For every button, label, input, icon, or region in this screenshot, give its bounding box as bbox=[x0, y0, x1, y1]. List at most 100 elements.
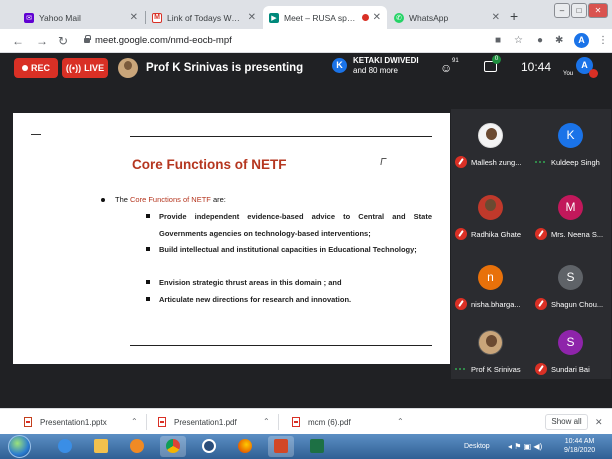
download-divider bbox=[146, 414, 147, 430]
extension-icon[interactable]: ● bbox=[537, 34, 543, 48]
speaking-dots-icon bbox=[455, 363, 467, 375]
menu-dots-icon[interactable]: ⋮ bbox=[598, 34, 608, 48]
participant-tile[interactable]: S Shagun Chou... bbox=[531, 263, 611, 317]
start-button[interactable] bbox=[8, 435, 31, 458]
chevron-up-icon[interactable]: ⌃ bbox=[263, 417, 270, 426]
close-icon[interactable]: ✕ bbox=[248, 12, 256, 23]
new-tab-button[interactable]: + bbox=[510, 8, 518, 24]
forward-arrow-icon[interactable]: → bbox=[36, 34, 48, 48]
profile-avatar[interactable]: A bbox=[574, 33, 589, 48]
download-divider bbox=[278, 414, 279, 430]
back-arrow-icon[interactable]: ← bbox=[12, 34, 24, 48]
windows-taskbar: Desktop ◂ ⚑ ▣ ◀) 10:44 AM 9/18/2020 bbox=[0, 434, 612, 459]
pdf-file-icon bbox=[158, 417, 166, 427]
whatsapp-icon: ✆ bbox=[394, 12, 404, 23]
chevron-up-icon[interactable]: ⌃ bbox=[397, 417, 404, 426]
tab-webinar-link[interactable]: M Link of Todays Webinar : r ✕ bbox=[146, 6, 262, 29]
slide-point: Build intellectual and institutional cap… bbox=[146, 241, 432, 258]
participant-tile[interactable]: Mallesh zung... bbox=[451, 121, 531, 175]
close-icon[interactable]: ✕ bbox=[373, 12, 381, 23]
taskbar-firefox[interactable] bbox=[232, 436, 258, 457]
participant-grid: Mallesh zung... K Kuldeep Singh Radhika … bbox=[451, 109, 611, 379]
slide-lead-bullet: The Core Functions of NETF are: bbox=[101, 195, 226, 204]
url-field[interactable]: meet.google.com/nmd-eocb-mpf bbox=[95, 35, 232, 46]
internet-explorer-icon bbox=[58, 439, 72, 453]
address-bar: ← → ↻ meet.google.com/nmd-eocb-mpf ■ ☆ ●… bbox=[0, 29, 612, 53]
mic-off-icon bbox=[535, 363, 547, 375]
download-bar: Presentation1.pptx ⌃ Presentation1.pdf ⌃… bbox=[0, 408, 612, 434]
taskbar-clock[interactable]: 10:44 AM 9/18/2020 bbox=[564, 437, 595, 455]
attendee-avatar: K bbox=[332, 58, 347, 73]
taskbar-chrome[interactable] bbox=[160, 436, 186, 457]
taskbar-explorer[interactable] bbox=[88, 436, 114, 457]
system-tray-icons[interactable]: ◂ ⚑ ▣ ◀) bbox=[508, 442, 542, 451]
participant-label: Kuldeep Singh bbox=[535, 156, 611, 168]
presenter-avatar bbox=[118, 58, 138, 78]
slide-point: Provide independent evidence-based advic… bbox=[146, 208, 432, 242]
participant-tile[interactable]: Prof K Srinivas bbox=[451, 328, 531, 382]
speaking-dots-icon bbox=[535, 156, 547, 168]
chat-badge: 0 bbox=[492, 55, 501, 64]
participant-tile[interactable]: S Sundari Bai bbox=[531, 328, 611, 382]
chrome-icon bbox=[166, 439, 180, 453]
gmail-icon: M bbox=[152, 12, 162, 23]
you-label: You bbox=[563, 71, 574, 77]
slide-rule bbox=[130, 136, 432, 137]
taskbar-media[interactable] bbox=[124, 436, 150, 457]
participant-avatar bbox=[478, 195, 503, 220]
show-all-downloads-button[interactable]: Show all bbox=[545, 414, 588, 430]
recording-button[interactable]: REC bbox=[14, 58, 58, 78]
participant-label: Sundari Bai bbox=[535, 363, 611, 375]
participant-avatar: M bbox=[558, 195, 583, 220]
taskbar-excel[interactable] bbox=[304, 436, 330, 457]
maximize-button[interactable]: □ bbox=[571, 3, 587, 18]
media-player-icon bbox=[130, 439, 144, 453]
participant-tile[interactable]: n nisha.bharga... bbox=[451, 263, 531, 317]
participant-label: Radhika Ghate bbox=[455, 228, 531, 240]
presenting-status: Prof K Srinivas is presenting bbox=[146, 62, 304, 74]
download-item[interactable]: Presentation1.pdf bbox=[158, 413, 237, 431]
mic-off-icon bbox=[589, 69, 598, 78]
powerpoint-icon bbox=[274, 439, 288, 453]
screen: ✉ Yahoo Mail ✕ M Link of Todays Webinar … bbox=[0, 0, 612, 459]
close-icon[interactable]: ✕ bbox=[492, 12, 500, 23]
participant-tile[interactable]: K Kuldeep Singh bbox=[531, 121, 611, 175]
taskbar-ie[interactable] bbox=[52, 436, 78, 457]
download-item[interactable]: Presentation1.pptx bbox=[24, 413, 107, 431]
mail-icon: ✉ bbox=[24, 12, 34, 23]
mic-off-icon bbox=[455, 156, 467, 168]
folder-icon bbox=[94, 439, 108, 453]
mic-off-icon bbox=[455, 228, 467, 240]
slide-dash bbox=[31, 134, 41, 135]
taskbar-app[interactable] bbox=[196, 436, 222, 457]
slide-point: Articulate new directions for research a… bbox=[146, 291, 432, 308]
taskbar-powerpoint[interactable] bbox=[268, 436, 294, 457]
tab-meet[interactable]: ▶ Meet – RUSA sponsor ✕ bbox=[263, 6, 387, 29]
tab-whatsapp[interactable]: ✆ WhatsApp ✕ bbox=[388, 6, 506, 29]
bookmark-star-icon[interactable]: ☆ bbox=[514, 34, 523, 48]
participant-avatar: S bbox=[558, 330, 583, 355]
participant-avatar bbox=[478, 330, 503, 355]
firefox-icon bbox=[238, 439, 252, 453]
window-close-button[interactable]: ✕ bbox=[588, 3, 608, 18]
attendee-name: KETAKI DWIVEDI bbox=[353, 56, 419, 65]
square-bullet-icon bbox=[146, 297, 150, 301]
camera-icon[interactable]: ■ bbox=[495, 34, 501, 48]
people-icon[interactable]: ☺ bbox=[440, 61, 452, 75]
desktop-toolbar-label[interactable]: Desktop bbox=[464, 443, 490, 450]
tab-yahoo-mail[interactable]: ✉ Yahoo Mail ✕ bbox=[18, 6, 144, 29]
live-stream-button[interactable]: ((•)) LIVE bbox=[62, 58, 108, 78]
reload-icon[interactable]: ↻ bbox=[58, 34, 68, 48]
download-item[interactable]: mcm (6).pdf bbox=[292, 413, 351, 431]
record-dot-icon bbox=[21, 65, 28, 71]
attendee-more-count: and 80 more bbox=[353, 66, 398, 75]
participant-tile[interactable]: Radhika Ghate bbox=[451, 193, 531, 247]
puzzle-icon[interactable]: ✱ bbox=[555, 34, 563, 48]
close-icon[interactable]: ✕ bbox=[595, 417, 603, 428]
participant-tile[interactable]: M Mrs. Neena S... bbox=[531, 193, 611, 247]
minimize-button[interactable]: – bbox=[554, 3, 570, 18]
close-icon[interactable]: ✕ bbox=[130, 12, 138, 23]
meet-icon: ▶ bbox=[269, 12, 279, 23]
chevron-up-icon[interactable]: ⌃ bbox=[131, 417, 138, 426]
participant-label: Prof K Srinivas bbox=[455, 363, 531, 375]
